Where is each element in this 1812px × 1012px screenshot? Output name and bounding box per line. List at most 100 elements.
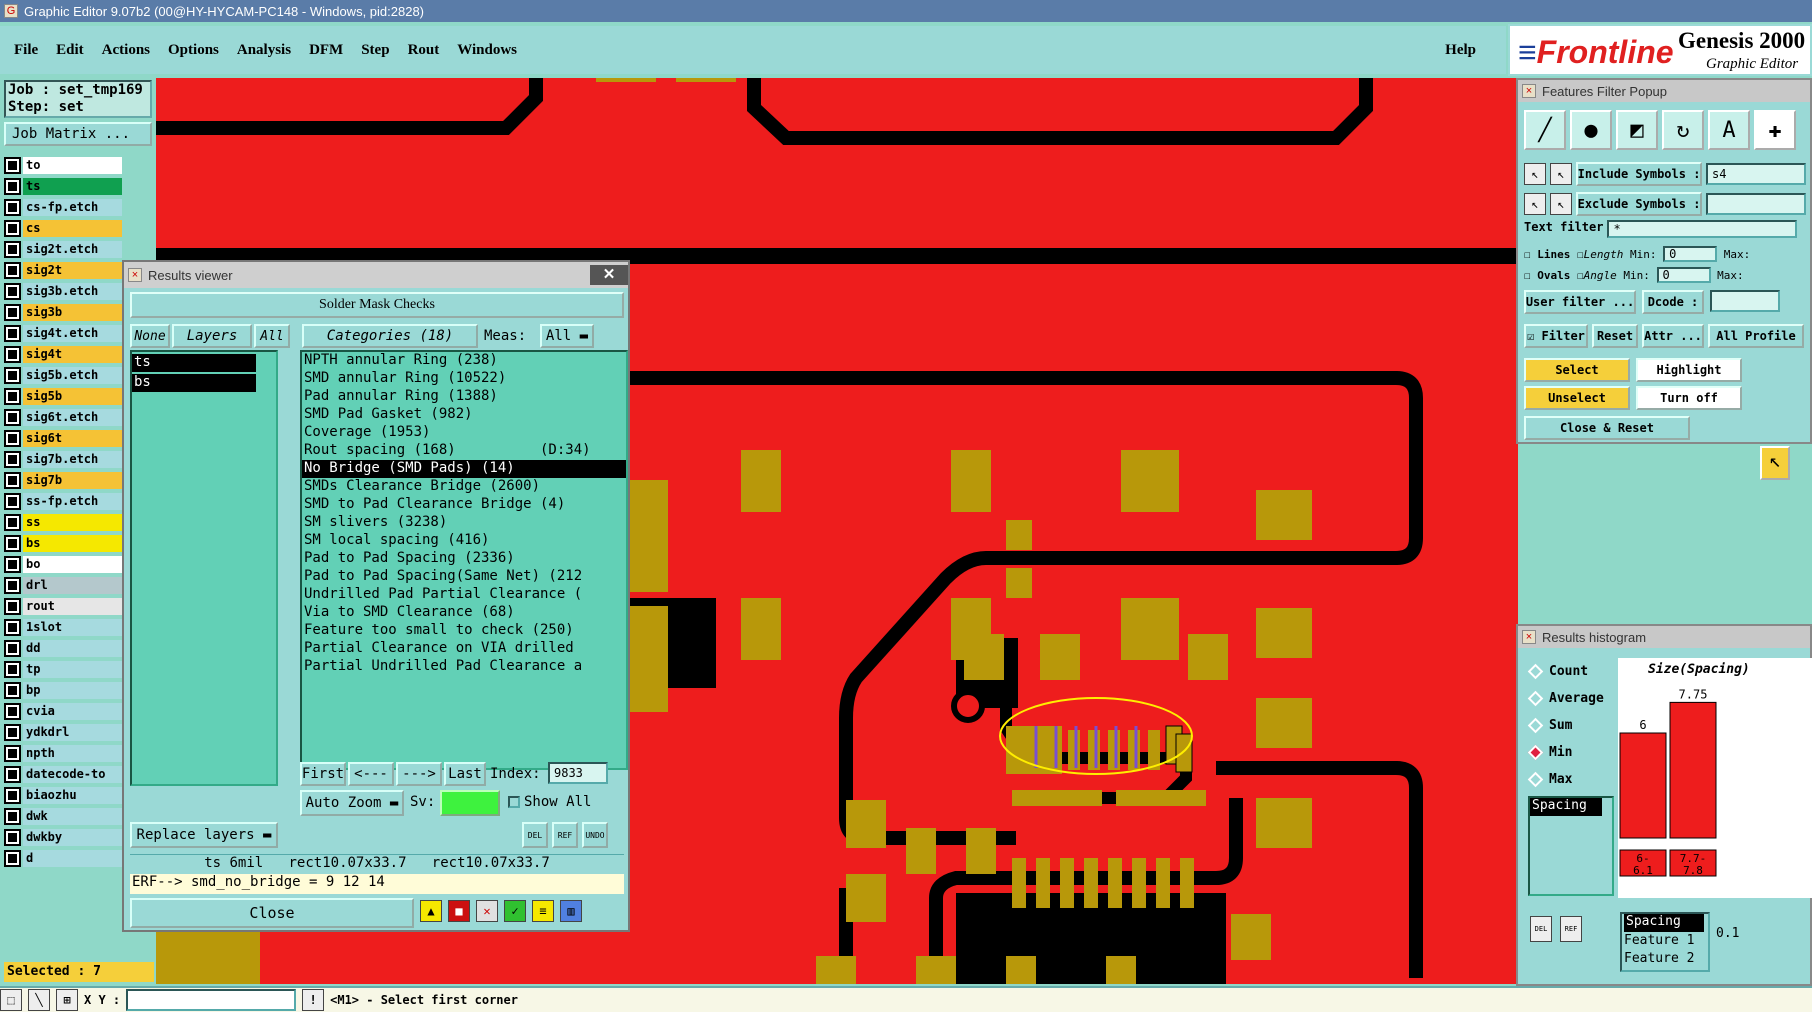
zoom-window-icon[interactable]: ⬚ (0, 989, 22, 1011)
layer-checkbox[interactable] (4, 535, 21, 552)
menu-analysis[interactable]: Analysis (237, 42, 291, 59)
stop-icon[interactable]: ■ (448, 900, 470, 922)
layer-name[interactable]: sig3b.etch (23, 283, 122, 300)
results-viewer-titlebar[interactable]: × Results viewer ✕ (124, 262, 628, 288)
filter-toggle[interactable]: ☑ Filter (1524, 324, 1588, 348)
all-layers-button[interactable]: All (254, 324, 290, 348)
close-reset-button[interactable]: Close & Reset (1524, 416, 1690, 440)
category-item[interactable]: SM local spacing (416) (302, 532, 626, 550)
category-item[interactable]: No Bridge (SMD Pads) (14) (302, 460, 626, 478)
layer-row[interactable]: bp (4, 680, 122, 701)
layer-row[interactable]: datecode-to (4, 764, 122, 785)
category-item[interactable]: Feature too small to check (250) (302, 622, 626, 640)
histogram-bar[interactable] (1669, 701, 1717, 839)
layer-name[interactable]: cvia (23, 703, 122, 720)
select-button[interactable]: Select (1524, 358, 1630, 382)
layer-row[interactable]: cvia (4, 701, 122, 722)
layer-name[interactable]: bp (23, 682, 122, 699)
layer-name[interactable]: cs (23, 220, 122, 237)
undo-button[interactable]: UNDO (582, 822, 608, 848)
highlight-button[interactable]: Highlight (1636, 358, 1742, 382)
layer-row[interactable]: bo (4, 554, 122, 575)
layer-row[interactable]: sig4t.etch (4, 323, 122, 344)
arrow-icon[interactable]: ↖ (1524, 163, 1546, 185)
layer-checkbox[interactable] (4, 409, 21, 426)
layer-name[interactable]: sig6t (23, 430, 122, 447)
layer-checkbox[interactable] (4, 493, 21, 510)
layer-row[interactable]: dwkby (4, 827, 122, 848)
layer-row[interactable]: npth (4, 743, 122, 764)
layer-name[interactable]: sig5b.etch (23, 367, 122, 384)
layer-row[interactable]: drl (4, 575, 122, 596)
layer-name[interactable]: sig3b (23, 304, 122, 321)
histogram-step[interactable]: 0.1 (1716, 926, 1739, 941)
user-filter-button[interactable]: User filter ... (1524, 290, 1636, 314)
menu-edit[interactable]: Edit (56, 42, 84, 59)
grid-icon[interactable]: ⊞ (56, 989, 78, 1011)
layer-checkbox[interactable] (4, 388, 21, 405)
menu-actions[interactable]: Actions (102, 42, 150, 59)
layer-checkbox[interactable] (4, 178, 21, 195)
category-item[interactable]: Rout spacing (168) (D:34) (302, 442, 626, 460)
menu-dfm[interactable]: DFM (309, 42, 343, 59)
menu-options[interactable]: Options (168, 42, 219, 59)
category-item[interactable]: Pad to Pad Spacing(Same Net) (212 (302, 568, 626, 586)
category-item[interactable]: SM slivers (3238) (302, 514, 626, 532)
categories-button[interactable]: Categories (18) (302, 324, 478, 348)
category-item[interactable]: Partial Undrilled Pad Clearance a (302, 658, 626, 676)
layer-checkbox[interactable] (4, 199, 21, 216)
layer-name[interactable]: ts (23, 178, 122, 195)
ref-button[interactable]: REF (1560, 916, 1582, 942)
layer-row[interactable]: cs (4, 218, 122, 239)
close-icon[interactable]: ✕ (590, 265, 628, 285)
layer-row[interactable]: sig2t (4, 260, 122, 281)
layer-name[interactable]: bs (23, 535, 122, 552)
layer-name[interactable]: bo (23, 556, 122, 573)
surface-icon[interactable]: ◩ (1616, 110, 1658, 150)
layer-row[interactable]: sig5b.etch (4, 365, 122, 386)
category-item[interactable]: Partial Clearance on VIA drilled (302, 640, 626, 658)
list-item[interactable]: bs (132, 374, 256, 392)
meas-select[interactable]: All ▬ (540, 324, 594, 348)
layer-row[interactable]: to (4, 155, 122, 176)
layer-row[interactable]: sig6t.etch (4, 407, 122, 428)
layer-name[interactable]: sig4t (23, 346, 122, 363)
layer-checkbox[interactable] (4, 661, 21, 678)
layer-row[interactable]: tp (4, 659, 122, 680)
mode-radio[interactable]: Average (1527, 685, 1610, 712)
category-item[interactable]: Pad to Pad Spacing (2336) (302, 550, 626, 568)
sv-color-select[interactable] (440, 790, 500, 816)
lines-checkbox[interactable]: Lines (1537, 248, 1570, 261)
text-filter-input[interactable]: * (1607, 220, 1798, 238)
layer-row[interactable]: sig3b.etch (4, 281, 122, 302)
layer-name[interactable]: sig7b (23, 472, 122, 489)
layer-checkbox[interactable] (4, 241, 21, 258)
pad-icon[interactable]: ● (1570, 110, 1612, 150)
menu-file[interactable]: File (14, 42, 38, 59)
layer-name[interactable]: to (23, 157, 122, 174)
layer-checkbox[interactable] (4, 283, 21, 300)
layer-result-list[interactable]: ts bs (130, 350, 278, 786)
category-item[interactable]: Coverage (1953) (302, 424, 626, 442)
layer-checkbox[interactable] (4, 262, 21, 279)
layer-checkbox[interactable] (4, 745, 21, 762)
layer-checkbox[interactable] (4, 640, 21, 657)
show-all-checkbox[interactable] (508, 796, 520, 808)
exclude-symbols-button[interactable]: Exclude Symbols : (1576, 192, 1702, 216)
category-item[interactable]: NPTH annular Ring (238) (302, 352, 626, 370)
index-input[interactable]: 9833 (548, 762, 608, 784)
auto-zoom-select[interactable]: Auto Zoom ▬ (300, 790, 404, 816)
report-icon[interactable]: ▲ (420, 900, 442, 922)
layer-name[interactable]: tp (23, 661, 122, 678)
layers-button[interactable]: Layers (172, 324, 252, 348)
layer-checkbox[interactable] (4, 556, 21, 573)
length-min-input[interactable]: 0 (1663, 246, 1718, 262)
layer-row[interactable]: biaozhu (4, 785, 122, 806)
layer-checkbox[interactable] (4, 724, 21, 741)
histogram-icon[interactable]: ▥ (560, 900, 582, 922)
menu-help[interactable]: Help (1445, 42, 1476, 59)
cancel-icon[interactable]: ✕ (476, 900, 498, 922)
layer-row[interactable]: ss-fp.etch (4, 491, 122, 512)
layer-name[interactable]: sig6t.etch (23, 409, 122, 426)
replace-layers-select[interactable]: Replace layers ▬ (130, 822, 278, 848)
